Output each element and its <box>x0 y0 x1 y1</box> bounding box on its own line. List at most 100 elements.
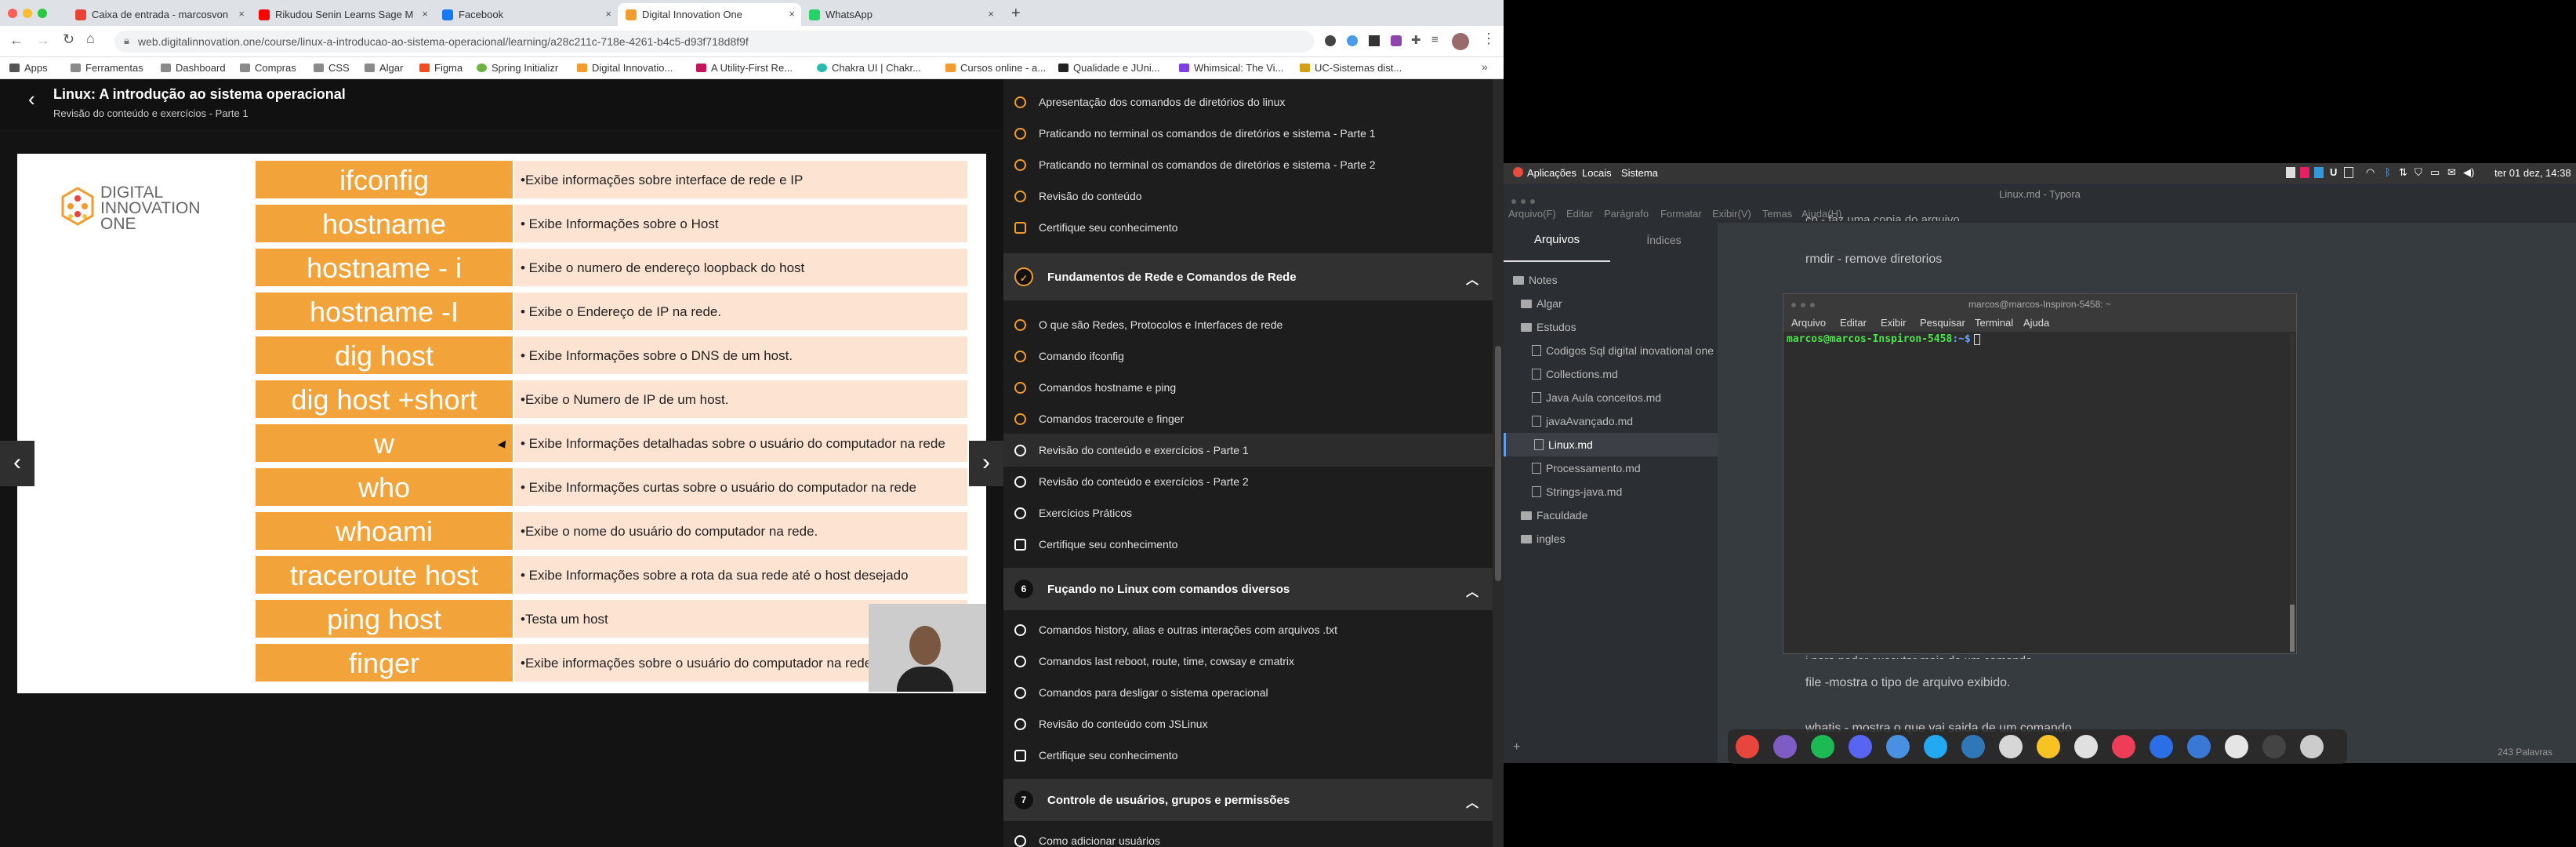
lesson-item[interactable]: Revisão do conteúdo <box>1003 180 1493 213</box>
close-icon[interactable]: × <box>789 8 795 20</box>
firefox-icon[interactable] <box>2150 735 2173 758</box>
battery-icon[interactable]: ▭ <box>2430 166 2440 179</box>
lesson-item[interactable]: Certifique seu conhecimento <box>1003 528 1493 561</box>
lesson-item[interactable]: Exercícios Práticos <box>1003 496 1493 529</box>
lesson-item[interactable]: Revisão do conteúdo e exercícios - Parte… <box>1003 465 1493 498</box>
chrome-icon[interactable] <box>1736 735 1759 758</box>
safari-icon[interactable] <box>2225 735 2248 758</box>
menu-apps[interactable]: Aplicações <box>1527 167 1576 179</box>
extension-icon[interactable] <box>1347 35 1358 46</box>
terminal-scrollbar[interactable] <box>2290 333 2295 653</box>
menu-editar[interactable]: Editar <box>1566 208 1593 220</box>
add-file-button[interactable]: + <box>1513 740 1520 754</box>
more-bookmarks-icon[interactable]: » <box>1482 60 1488 73</box>
tray-icon[interactable] <box>2314 167 2324 178</box>
tab-gmail[interactable]: Caixa de entrada - marcosvon × <box>67 3 251 26</box>
file-item[interactable]: javaAvançado.md <box>1504 409 1718 433</box>
menu-formatar[interactable]: Formatar <box>1660 208 1702 220</box>
tab-outline[interactable]: Índices <box>1610 223 1718 262</box>
lesson-item[interactable]: Comandos traceroute e finger <box>1003 402 1493 435</box>
bookmark-spring[interactable]: Spring Initializr <box>477 62 558 74</box>
bookmark-whimsical[interactable]: Whimsical: The Vi... <box>1179 62 1283 74</box>
bookmark-tailwind[interactable]: A Utility-First Re... <box>696 62 793 74</box>
folder-item[interactable]: ingles <box>1504 527 1718 551</box>
chevron-up-icon[interactable]: ︿ <box>1466 581 1478 600</box>
notion-icon[interactable] <box>2037 735 2060 758</box>
home-icon[interactable]: ⌂ <box>86 31 95 47</box>
bookmark-udemy[interactable]: Cursos online - a... <box>945 62 1046 74</box>
file-item[interactable]: Processamento.md <box>1504 456 1718 480</box>
lesson-item[interactable]: O que são Redes, Protocolos e Interfaces… <box>1003 308 1493 341</box>
lesson-item[interactable]: Como adicionar usuários <box>1003 824 1493 847</box>
close-icon[interactable]: × <box>238 8 245 20</box>
bookmark-folder[interactable]: CSS <box>314 62 350 74</box>
vscode-icon[interactable] <box>1924 735 1947 758</box>
lesson-item[interactable]: Praticando no terminal os comandos de di… <box>1003 148 1493 181</box>
tab-files[interactable]: Arquivos <box>1504 223 1610 262</box>
previous-slide-button[interactable]: ‹ <box>0 441 34 486</box>
menu-places[interactable]: Locais <box>1582 167 1612 179</box>
tab-digital-innovation-one[interactable]: Digital Innovation One × <box>618 3 801 26</box>
next-slide-button[interactable]: › <box>969 441 1003 486</box>
reading-list-icon[interactable]: ≡ <box>1431 33 1439 46</box>
bookmark-junit[interactable]: Qualidade e JUni... <box>1058 62 1160 74</box>
menu-arquivo[interactable]: Arquivo <box>1791 317 1826 329</box>
browser-menu-icon[interactable]: ⋮ <box>1482 31 1496 47</box>
lesson-item[interactable]: Certifique seu conhecimento <box>1003 211 1493 244</box>
menu-system[interactable]: Sistema <box>1621 167 1658 179</box>
spotify-icon[interactable] <box>1811 735 1834 758</box>
tray-icon[interactable] <box>2344 167 2353 178</box>
terminal-window[interactable]: marcos@marcos-Inspiron-5458: ~ Arquivo E… <box>1783 293 2297 654</box>
bookmark-folder[interactable]: Dashboard <box>161 62 226 74</box>
menu-ajuda[interactable]: Ajuda <box>2023 317 2049 329</box>
lesson-item[interactable]: Comandos last reboot, route, time, cowsa… <box>1003 645 1493 678</box>
bookmark-apps[interactable]: Apps <box>9 62 48 74</box>
file-item[interactable]: Linux.md <box>1504 433 1718 456</box>
u-tray-icon[interactable]: U <box>2330 166 2337 178</box>
folder-item[interactable]: Faculdade <box>1504 503 1718 527</box>
settings-icon[interactable] <box>2300 735 2324 758</box>
extension-icon[interactable] <box>1391 35 1402 46</box>
bitwarden-icon[interactable] <box>1999 735 2023 758</box>
tab-facebook[interactable]: Facebook × <box>434 3 618 26</box>
scrollbar[interactable] <box>1493 79 1504 847</box>
bluetooth-icon[interactable]: ᛒ <box>2385 166 2391 178</box>
extensions-puzzle-icon[interactable]: ✚ <box>1411 33 1421 47</box>
extension-icon[interactable] <box>1369 35 1380 46</box>
tab-whatsapp[interactable]: WhatsApp × <box>801 3 1000 26</box>
bookmark-folder[interactable]: Ferramentas <box>71 62 143 74</box>
menu-paragrafo[interactable]: Parágrafo <box>1604 208 1649 220</box>
app-icon[interactable] <box>1886 735 1910 758</box>
bookmark-chakra[interactable]: Chakra UI | Chakr... <box>817 62 921 74</box>
shield-icon[interactable]: ⛉ <box>2415 166 2422 179</box>
figma-icon[interactable] <box>2074 735 2098 758</box>
file-item[interactable]: Java Aula conceitos.md <box>1504 386 1718 409</box>
profile-avatar[interactable] <box>1452 33 1469 50</box>
apps-menu-icon[interactable] <box>1513 167 1523 177</box>
tab-youtube[interactable]: Rikudou Senin Learns Sage M × <box>251 3 434 26</box>
menu-terminal[interactable]: Terminal <box>1975 317 2013 329</box>
back-icon[interactable]: ← <box>9 32 24 49</box>
forward-icon[interactable]: → <box>36 32 50 49</box>
bookmark-uc[interactable]: UC-Sistemas dist... <box>1300 62 1402 74</box>
scrollbar-thumb[interactable] <box>1495 346 1501 581</box>
tray-icon[interactable] <box>2300 167 2309 178</box>
file-item[interactable]: Strings-java.md <box>1504 480 1718 503</box>
chevron-up-icon[interactable]: ︿ <box>1466 792 1478 811</box>
clock[interactable]: ter 01 dez, 14:38 <box>2494 167 2571 179</box>
back-chevron-icon[interactable]: ‹ <box>28 87 35 111</box>
new-tab-icon[interactable]: + <box>1011 5 1021 23</box>
close-icon[interactable]: × <box>422 8 428 20</box>
close-icon[interactable]: × <box>988 8 994 20</box>
edge-icon[interactable] <box>2187 735 2211 758</box>
reload-icon[interactable]: ↻ <box>63 31 74 48</box>
menu-exibir[interactable]: Exibir <box>1881 317 1907 329</box>
folder-item[interactable]: Algar <box>1504 292 1718 315</box>
discord-icon[interactable] <box>1849 735 1872 758</box>
tray-icon[interactable]: ⇅ <box>2399 166 2407 179</box>
section-header-5[interactable]: ✓ Fundamentos de Rede e Comandos de Rede… <box>1003 253 1493 300</box>
discord-alt-icon[interactable] <box>1773 735 1797 758</box>
window-controls[interactable] <box>1791 294 1820 314</box>
lesson-item[interactable]: Comandos hostname e ping <box>1003 371 1493 404</box>
scrollbar-thumb[interactable] <box>2290 605 2295 652</box>
